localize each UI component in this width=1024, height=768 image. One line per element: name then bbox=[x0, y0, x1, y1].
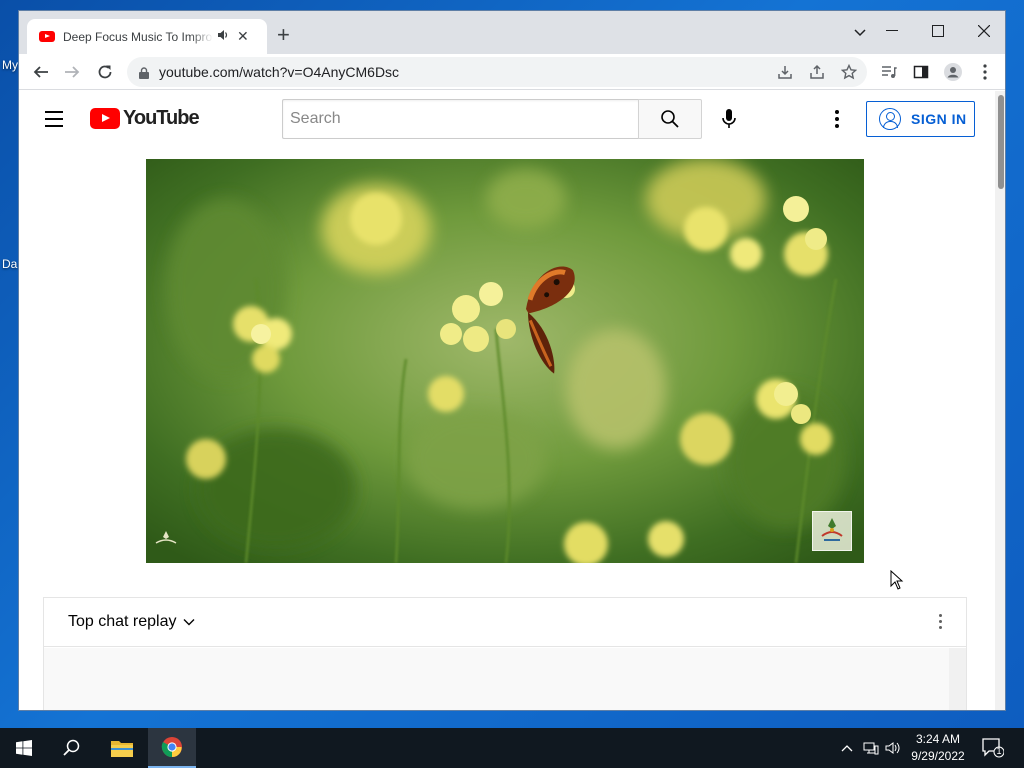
account-circle-icon bbox=[879, 108, 901, 130]
search-icon bbox=[63, 739, 80, 756]
forward-arrow-icon[interactable] bbox=[62, 62, 82, 82]
chat-header: Top chat replay bbox=[44, 598, 966, 647]
minimize-button[interactable] bbox=[869, 17, 915, 45]
clock-date: 9/29/2022 bbox=[911, 749, 965, 763]
close-window-button[interactable] bbox=[961, 17, 1005, 45]
notification-center-icon[interactable]: 1 bbox=[982, 738, 1005, 758]
channel-watermark-icon[interactable] bbox=[812, 511, 852, 551]
new-tab-button[interactable]: + bbox=[277, 23, 290, 47]
sign-in-label: SIGN IN bbox=[911, 111, 967, 127]
browser-window: Deep Focus Music To Improve ✕ + youtube.… bbox=[18, 10, 1006, 711]
sign-in-button[interactable]: SIGN IN bbox=[866, 101, 975, 137]
url-text: youtube.com/watch?v=O4AnyCM6Dsc bbox=[159, 64, 400, 80]
start-button[interactable] bbox=[0, 728, 48, 768]
desktop-icon-label: My bbox=[2, 58, 18, 72]
chat-replay-panel: Top chat replay bbox=[43, 597, 967, 710]
youtube-logo-text: YouTube bbox=[123, 107, 200, 129]
youtube-play-logo-icon bbox=[90, 108, 120, 129]
maximize-button[interactable] bbox=[915, 17, 961, 45]
side-panel-icon[interactable] bbox=[911, 62, 931, 82]
system-clock[interactable]: 3:24 AM 9/29/2022 bbox=[902, 731, 974, 765]
channel-watermark-left-icon bbox=[154, 529, 178, 547]
search-taskbar-button[interactable] bbox=[48, 728, 96, 768]
tab-title: Deep Focus Music To Improve bbox=[63, 29, 213, 44]
youtube-favicon-icon bbox=[39, 31, 55, 42]
file-explorer-button[interactable] bbox=[98, 728, 146, 768]
speaker-icon[interactable] bbox=[217, 29, 229, 44]
reload-icon[interactable] bbox=[95, 62, 115, 82]
page-scrollbar-thumb[interactable] bbox=[998, 95, 1004, 189]
search-input[interactable] bbox=[282, 99, 639, 139]
chrome-icon bbox=[161, 737, 182, 758]
profile-avatar-icon[interactable] bbox=[943, 62, 963, 82]
notification-count-badge: 1 bbox=[996, 746, 1002, 756]
search-icon bbox=[661, 110, 679, 128]
chrome-taskbar-button[interactable] bbox=[148, 728, 196, 768]
page-scrollbar[interactable] bbox=[995, 91, 1005, 710]
folder-icon bbox=[111, 741, 133, 757]
install-app-icon[interactable] bbox=[775, 62, 795, 82]
mouse-cursor-icon bbox=[890, 570, 904, 590]
clock-time: 3:24 AM bbox=[915, 732, 961, 746]
chevron-down-icon[interactable] bbox=[183, 616, 195, 628]
chat-mode-dropdown[interactable]: Top chat replay bbox=[68, 613, 177, 631]
browser-toolbar: youtube.com/watch?v=O4AnyCM6Dsc bbox=[19, 54, 1005, 90]
desktop-icon-label: Da bbox=[2, 257, 18, 271]
back-arrow-icon[interactable] bbox=[31, 62, 51, 82]
media-control-icon[interactable] bbox=[879, 62, 899, 82]
video-frame bbox=[146, 159, 864, 563]
voice-search-button[interactable] bbox=[713, 103, 745, 135]
video-player[interactable] bbox=[146, 159, 864, 563]
chat-scrollbar[interactable] bbox=[949, 648, 966, 710]
lock-icon[interactable] bbox=[139, 66, 149, 79]
hamburger-menu-icon[interactable] bbox=[45, 111, 65, 127]
address-bar[interactable]: youtube.com/watch?v=O4AnyCM6Dsc bbox=[127, 57, 867, 87]
network-icon[interactable] bbox=[862, 739, 880, 757]
show-hidden-icons-chevron-icon[interactable] bbox=[838, 739, 856, 757]
browser-menu-icon[interactable] bbox=[975, 62, 995, 82]
settings-menu-icon[interactable] bbox=[825, 107, 849, 131]
search-button[interactable] bbox=[638, 99, 702, 139]
taskbar: 3:24 AM 9/29/2022 1 bbox=[0, 728, 1024, 768]
chat-messages-area bbox=[44, 648, 949, 710]
chat-more-options-icon[interactable] bbox=[939, 614, 942, 629]
microphone-icon bbox=[722, 109, 736, 128]
tab-close-icon[interactable]: ✕ bbox=[237, 28, 249, 45]
share-icon[interactable] bbox=[807, 62, 827, 82]
tab-strip: Deep Focus Music To Improve ✕ + bbox=[19, 11, 1005, 54]
bookmark-star-icon[interactable] bbox=[839, 62, 859, 82]
volume-icon[interactable] bbox=[884, 739, 902, 757]
youtube-masthead: YouTube SIGN IN bbox=[19, 91, 995, 147]
windows-logo-icon bbox=[16, 740, 32, 756]
youtube-logo[interactable]: YouTube bbox=[90, 107, 200, 130]
browser-tab-youtube[interactable]: Deep Focus Music To Improve ✕ bbox=[27, 19, 267, 54]
youtube-page: YouTube SIGN IN bbox=[19, 91, 995, 710]
